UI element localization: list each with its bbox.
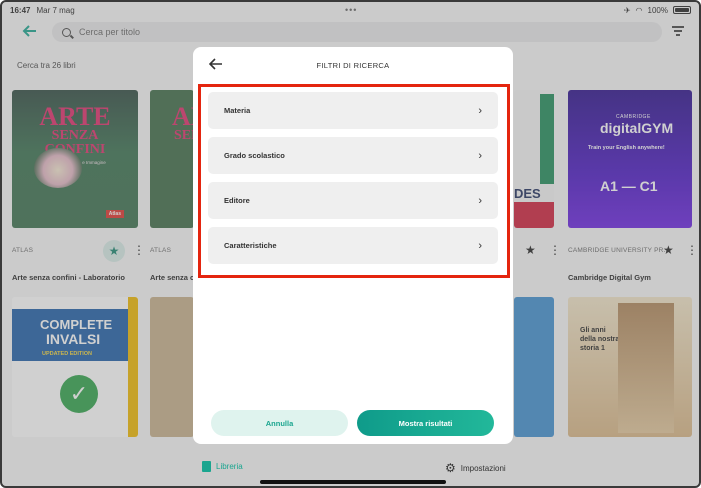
- tab-library[interactable]: Libreria: [202, 461, 243, 472]
- app-frame: 16:47 Mar 7 mag ••• ✈ ◠ 100% Cerca per t…: [0, 0, 701, 488]
- gear-icon: ⚙: [445, 461, 456, 475]
- tab-library-label: Libreria: [216, 462, 243, 471]
- home-indicator[interactable]: [260, 480, 446, 484]
- highlight-box: [198, 84, 510, 278]
- cancel-button[interactable]: Annulla: [211, 410, 348, 436]
- show-results-button[interactable]: Mostra risultati: [357, 410, 494, 436]
- modal-title: FILTRI DI RICERCA: [316, 61, 390, 70]
- tab-settings[interactable]: ⚙ Impostazioni: [445, 461, 506, 475]
- library-icon: [202, 461, 211, 472]
- tab-settings-label: Impostazioni: [460, 463, 506, 473]
- search-filters-modal: FILTRI DI RICERCA Materia › Grado scolas…: [193, 47, 513, 444]
